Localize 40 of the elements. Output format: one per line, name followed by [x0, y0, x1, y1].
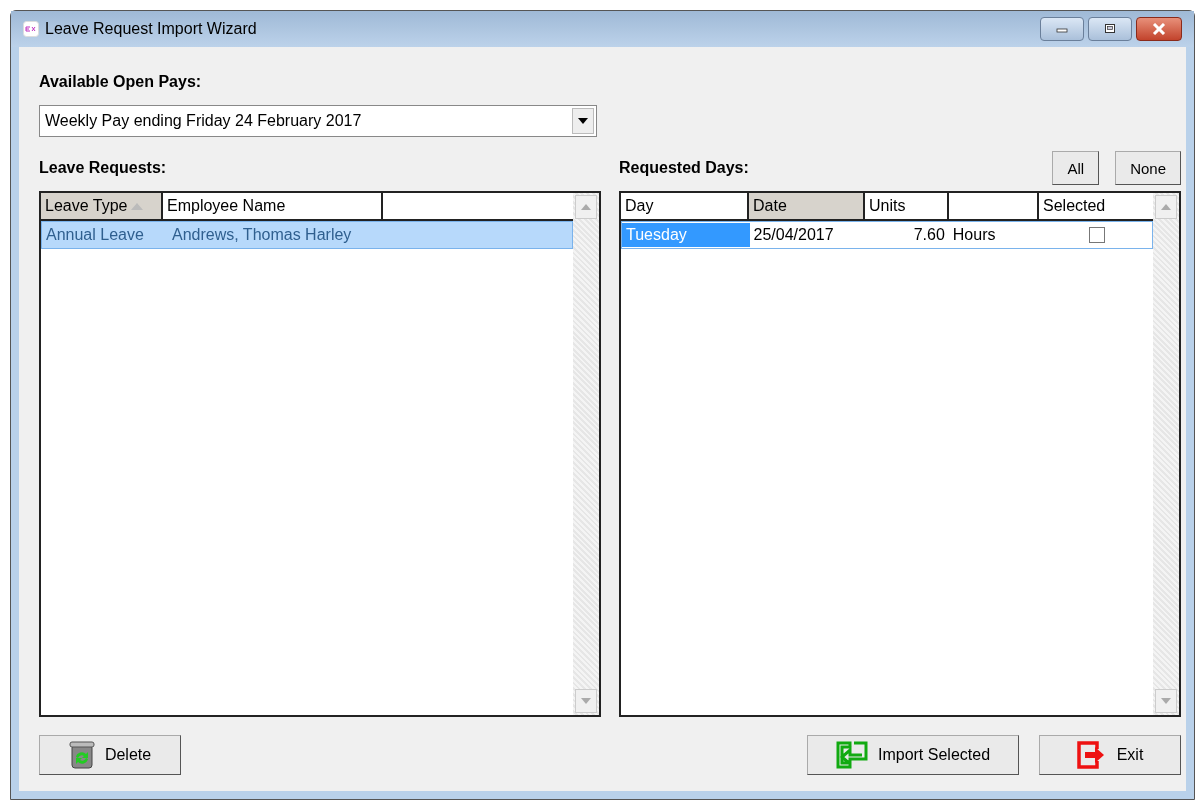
import-selected-button[interactable]: Import Selected [807, 735, 1019, 775]
table-cell-text: Hours [951, 225, 997, 245]
select-all-button[interactable]: All [1052, 151, 1100, 185]
table-cell-text: Annual Leave [45, 226, 145, 244]
app-icon [23, 21, 39, 37]
column-header[interactable]: Leave Type [41, 193, 163, 219]
section-label: Requested Days: [619, 159, 749, 177]
dropdown-arrow-icon [578, 118, 588, 124]
pay-dropdown[interactable]: Weekly Pay ending Friday 24 February 2017 [39, 105, 597, 137]
table-cell: Tuesday [622, 223, 750, 247]
close-icon [1151, 23, 1167, 35]
table-cell-text: 7.60 [912, 225, 946, 245]
select-none-button[interactable]: None [1115, 151, 1181, 185]
delete-button[interactable]: Delete [39, 735, 181, 775]
up-arrow-icon [1161, 204, 1171, 210]
scroll-down-button[interactable] [1155, 689, 1177, 713]
maximize-button[interactable] [1088, 17, 1132, 41]
enter-arrow-icon [835, 741, 868, 769]
scroll-down-button[interactable] [575, 689, 597, 713]
column-header[interactable]: Date [749, 193, 865, 219]
scroll-up-button[interactable] [575, 195, 597, 219]
section-label: Available Open Pays: [39, 73, 203, 91]
table-row[interactable]: Tuesday 25/04/2017 7.60 Hours [621, 221, 1153, 249]
table-cell-text: Andrews, Thomas Harley [171, 226, 352, 244]
maximize-icon [1103, 23, 1117, 35]
scrollbar[interactable] [1153, 193, 1179, 715]
window-title: Leave Request Import Wizard [45, 20, 257, 38]
down-arrow-icon [581, 698, 591, 704]
up-arrow-icon [581, 204, 591, 210]
sort-arrow-icon [131, 202, 144, 210]
down-arrow-icon [1161, 698, 1171, 704]
checkbox[interactable] [1089, 227, 1106, 243]
scroll-up-button[interactable] [1155, 195, 1177, 219]
table-row[interactable]: Annual Leave Andrews, Thomas Harley [41, 221, 573, 249]
bin-icon [68, 741, 95, 769]
scrollbar[interactable] [573, 193, 599, 715]
close-button[interactable] [1136, 17, 1182, 41]
table-cell-text: 25/04/2017 [752, 225, 835, 245]
section-label: Leave Requests: [39, 159, 167, 177]
exit-button[interactable]: Exit [1039, 735, 1181, 775]
